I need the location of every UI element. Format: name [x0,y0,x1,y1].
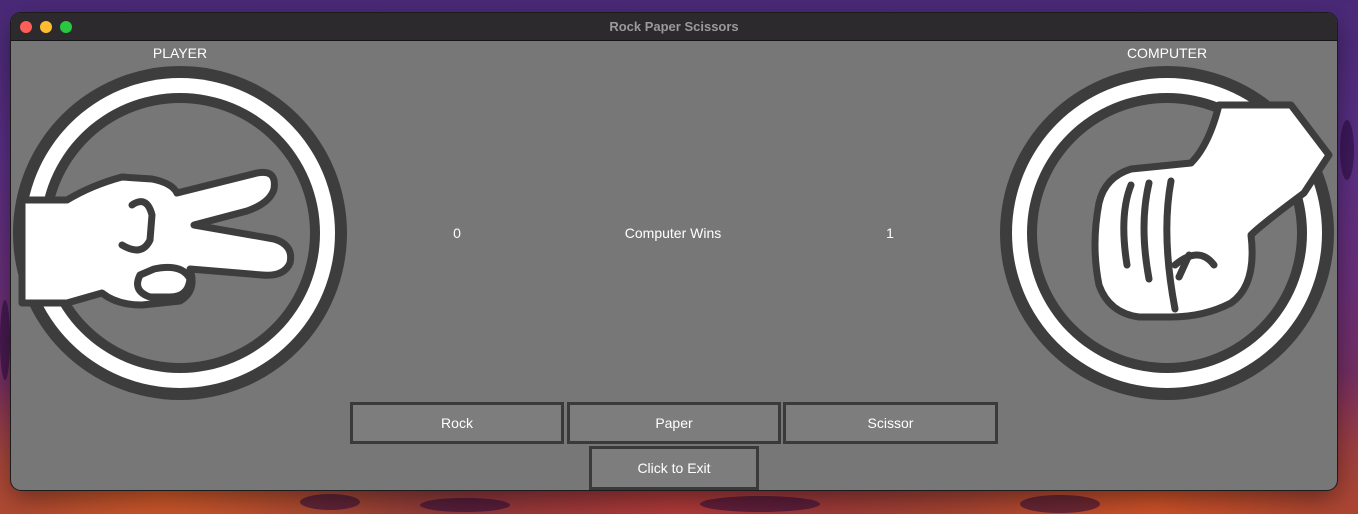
exit-button[interactable]: Click to Exit [589,446,759,490]
window-title: Rock Paper Scissors [609,19,739,34]
player-score: 0 [453,225,461,241]
scissor-button[interactable]: Scissor [783,402,998,444]
title-bar[interactable]: Rock Paper Scissors [11,13,1337,41]
player-label: PLAYER [152,45,208,61]
rock-fist-icon [1000,66,1334,400]
app-window: Rock Paper Scissors PLAYER COMPUTER 0 Co… [11,13,1337,490]
result-status: Computer Wins [624,225,722,241]
scissors-hand-icon [13,66,347,400]
paper-button[interactable]: Paper [567,402,781,444]
computer-score: 1 [886,225,894,241]
rock-button[interactable]: Rock [350,402,564,444]
computer-label: COMPUTER [1126,45,1208,61]
